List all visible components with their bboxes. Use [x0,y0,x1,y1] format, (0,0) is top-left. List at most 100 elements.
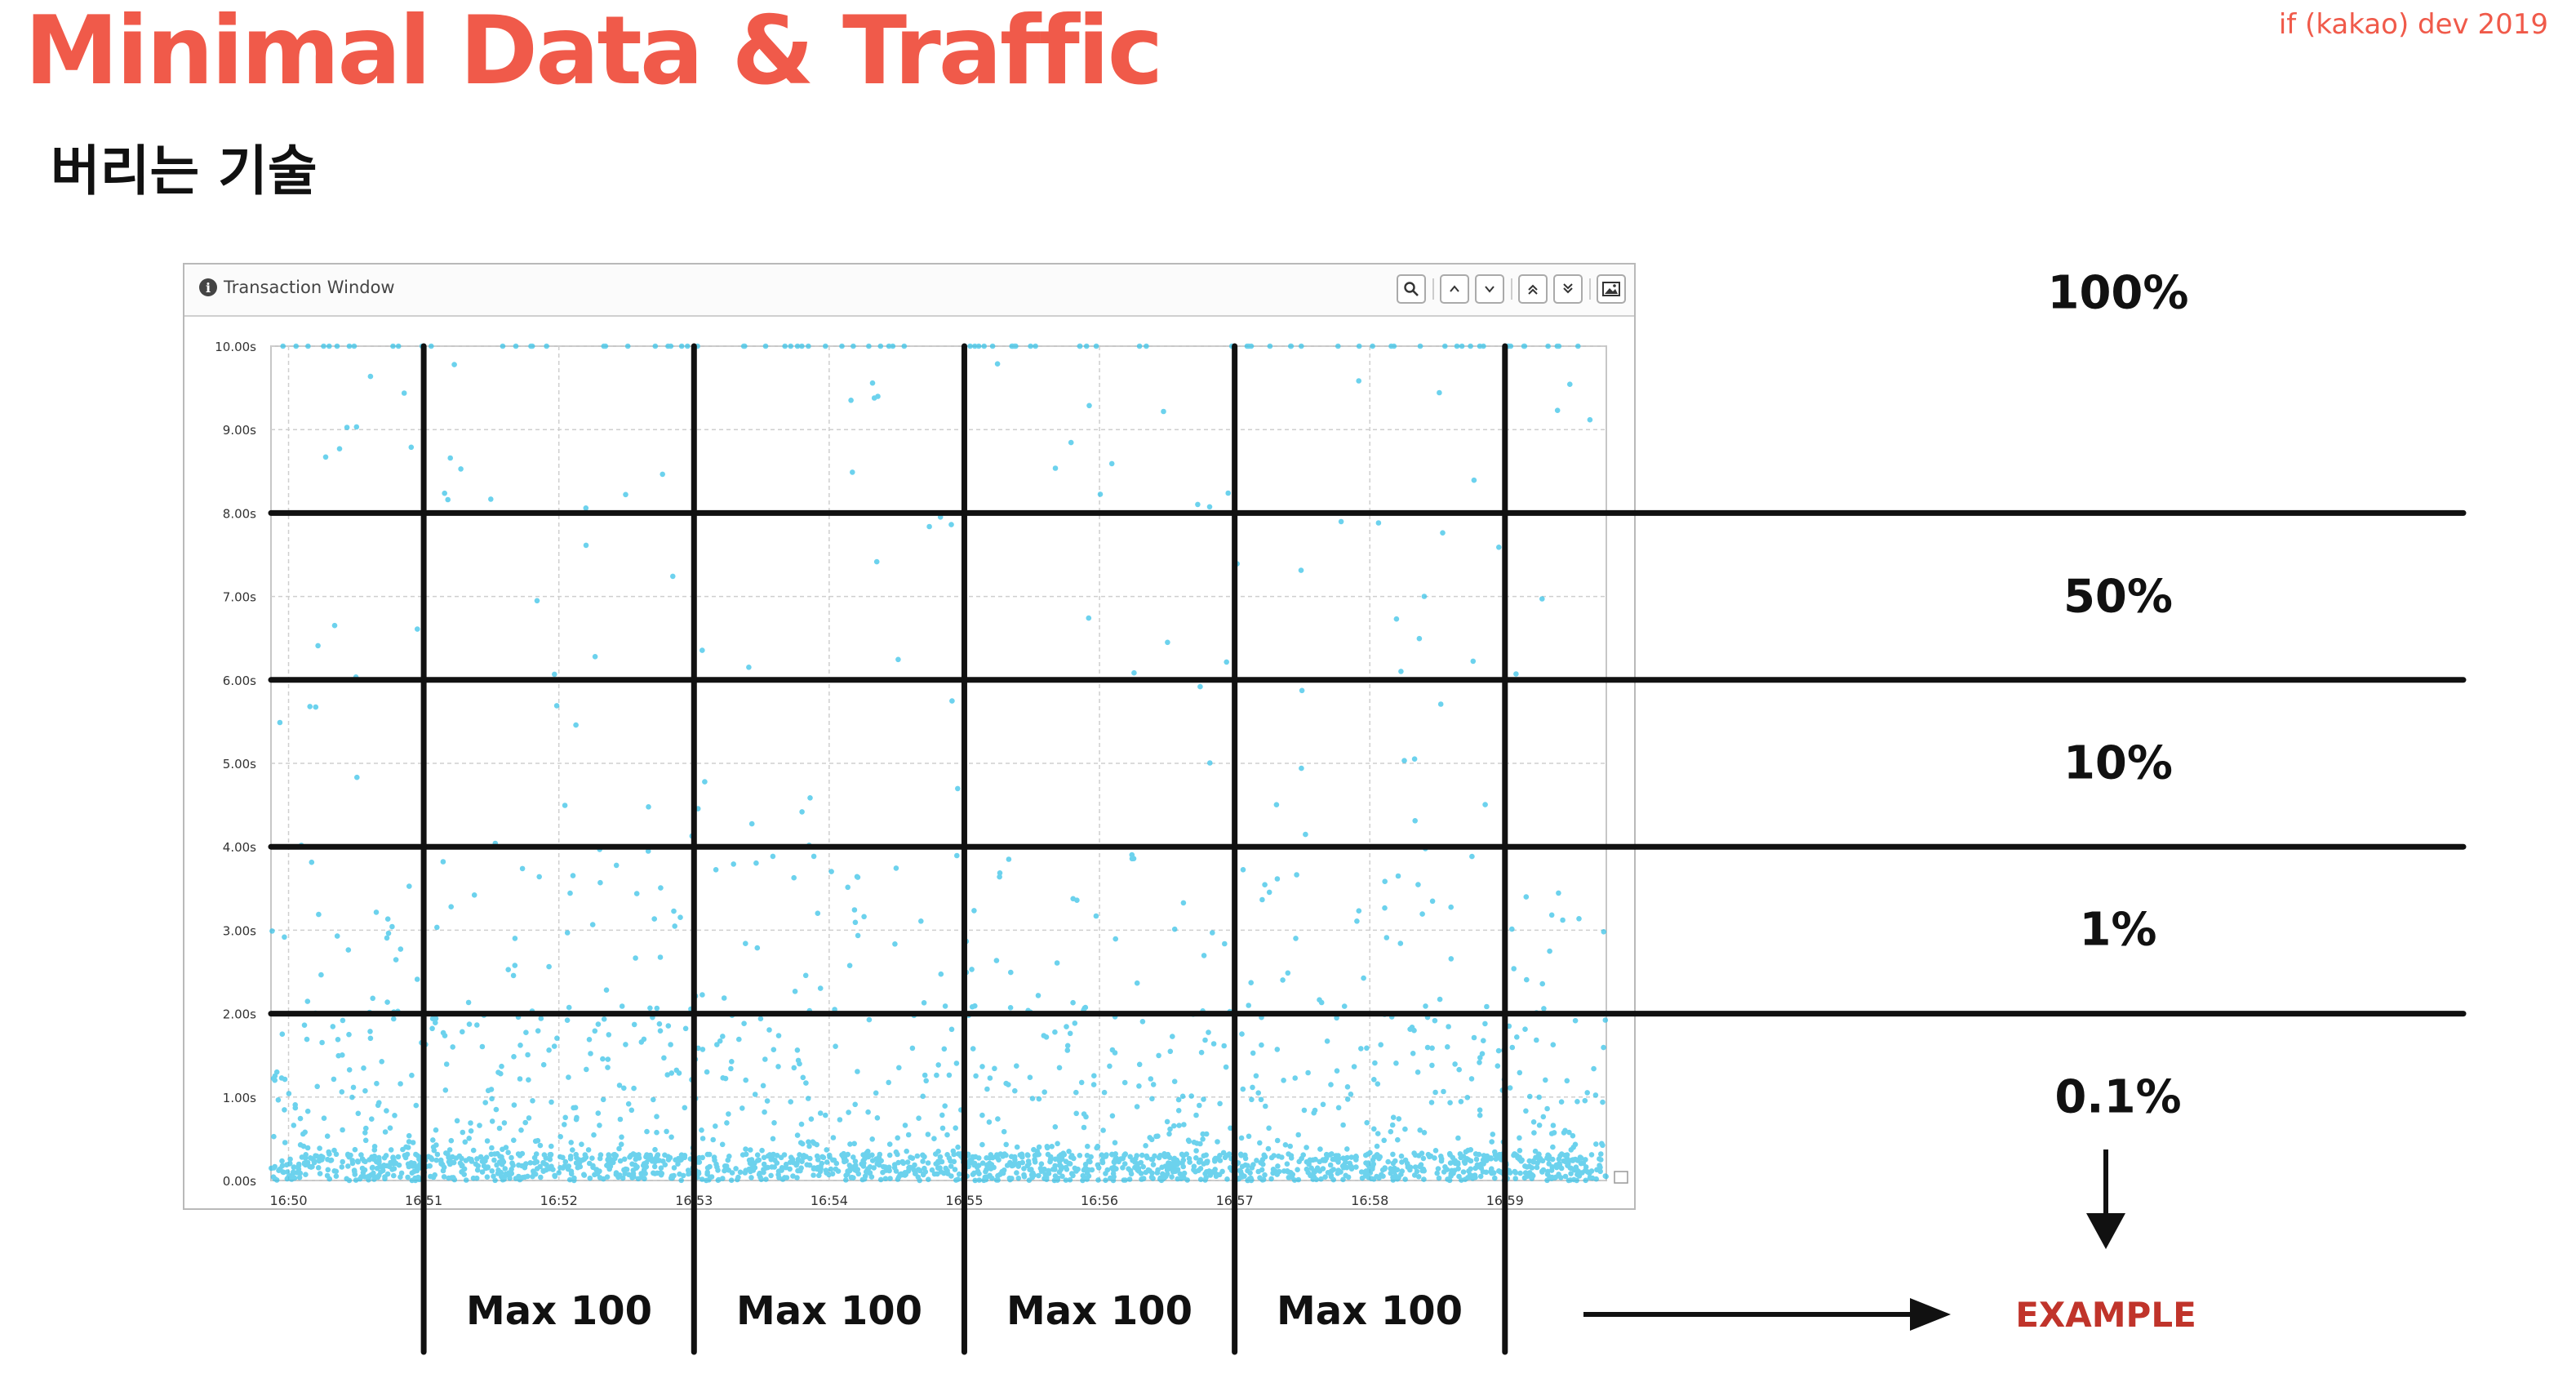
scatter-point [398,1081,403,1087]
scatter-point [1037,1165,1044,1172]
scatter-point [319,1039,325,1046]
scatter-point [625,1101,632,1107]
scatter-point [1212,1156,1218,1163]
scatter-point [354,1158,361,1164]
scatter-point [405,1145,411,1150]
scatter-point [1280,977,1286,983]
scatter-point [1239,1031,1245,1037]
scatter-point [1393,1061,1399,1066]
scatter-point [1140,1163,1146,1170]
scatter-point [511,1102,517,1108]
scatter-point [1448,1171,1455,1176]
scatter-point [682,1025,689,1032]
scatter-point [628,1153,634,1158]
scatter-point [297,1115,304,1122]
scatter-point [1327,1162,1334,1168]
scatter-point [1070,896,1076,902]
scatter-point [995,1116,1001,1122]
scatter-point [1526,1170,1533,1176]
scatter-point [748,1175,754,1181]
scatter-point [682,1105,688,1111]
scatter-point [529,343,535,349]
scatter-point [762,343,769,349]
scatter-point [392,1113,398,1118]
scatter-point [507,1175,513,1181]
scatter-point [849,1174,855,1181]
scatter-point [516,1162,522,1168]
scatter-point [944,1152,950,1158]
scatter-point [803,1080,809,1086]
scatter-point [374,1080,380,1087]
scatter-point [1601,929,1607,935]
scatter-point [1108,1175,1113,1181]
scatter-point [799,1141,806,1147]
scatter-point [1120,1165,1126,1171]
scatter-point [597,879,603,886]
scatter-point [1402,1126,1408,1132]
scatter-point [429,343,434,349]
scatter-point [779,1165,785,1171]
scatter-point [277,719,283,726]
scatter-point [851,907,858,913]
scatter-point [1354,918,1360,924]
scatter-point [322,454,329,460]
scatter-point [1050,1167,1056,1172]
scatter-point [1336,1169,1342,1175]
scatter-point [633,955,638,961]
scatter-point [1097,491,1104,497]
scatter-point [433,1020,438,1025]
scatter-point [1171,926,1178,932]
scatter-point [366,1174,372,1181]
scatter-point [304,1036,310,1043]
scatter-point [385,930,392,936]
scatter-point [1109,1047,1116,1053]
scatter-point [1477,1055,1483,1061]
scatter-point [941,1046,948,1052]
scatter-point [1393,616,1400,622]
scatter-point [384,916,391,922]
scatter-point [410,1163,416,1169]
scatter-point [944,1132,950,1138]
scatter-point [595,1021,602,1027]
scatter-point [286,1161,292,1167]
scatter-point [811,853,817,860]
scatter-point [811,1172,816,1178]
scatter-point [413,1151,419,1158]
scatter-point [538,1016,544,1021]
scatter-point [406,1132,412,1139]
x-tick-label: 16:54 [811,1193,848,1208]
scatter-point [1165,1151,1171,1158]
down-arrow-head [2086,1213,2125,1249]
scatter-point [1477,1107,1483,1113]
scatter-point [567,1156,574,1162]
scatter-point [1222,940,1228,947]
scatter-point [1165,639,1170,646]
scatter-point [1250,1050,1256,1056]
scatter-point [677,914,683,920]
scatter-point [976,1155,982,1161]
scatter-point [349,1158,356,1163]
scatter-point [309,859,315,865]
scatter-point [446,1175,451,1181]
scatter-point [1240,867,1246,873]
scatter-point [782,343,788,349]
scatter-point [1051,1177,1058,1184]
scatter-point [1423,1003,1428,1009]
scatter-point [384,1108,389,1114]
scatter-point [1481,1161,1486,1167]
scatter-point [1064,1043,1071,1049]
scatter-point [935,1149,941,1154]
scatter-point [829,1171,836,1177]
scatter-point [1210,930,1215,936]
scatter-point [769,1164,775,1170]
scatter-point [877,1158,883,1164]
scatter-point [642,1176,647,1182]
scatter-point [1038,1161,1045,1167]
scatter-point [651,1096,656,1103]
scatter-point [1570,1145,1576,1150]
scatter-point [415,626,420,632]
scatter-point [468,1120,473,1126]
scatter-point [409,1072,415,1078]
scatter-point [1411,1150,1417,1156]
scatter-point [1134,1104,1140,1109]
